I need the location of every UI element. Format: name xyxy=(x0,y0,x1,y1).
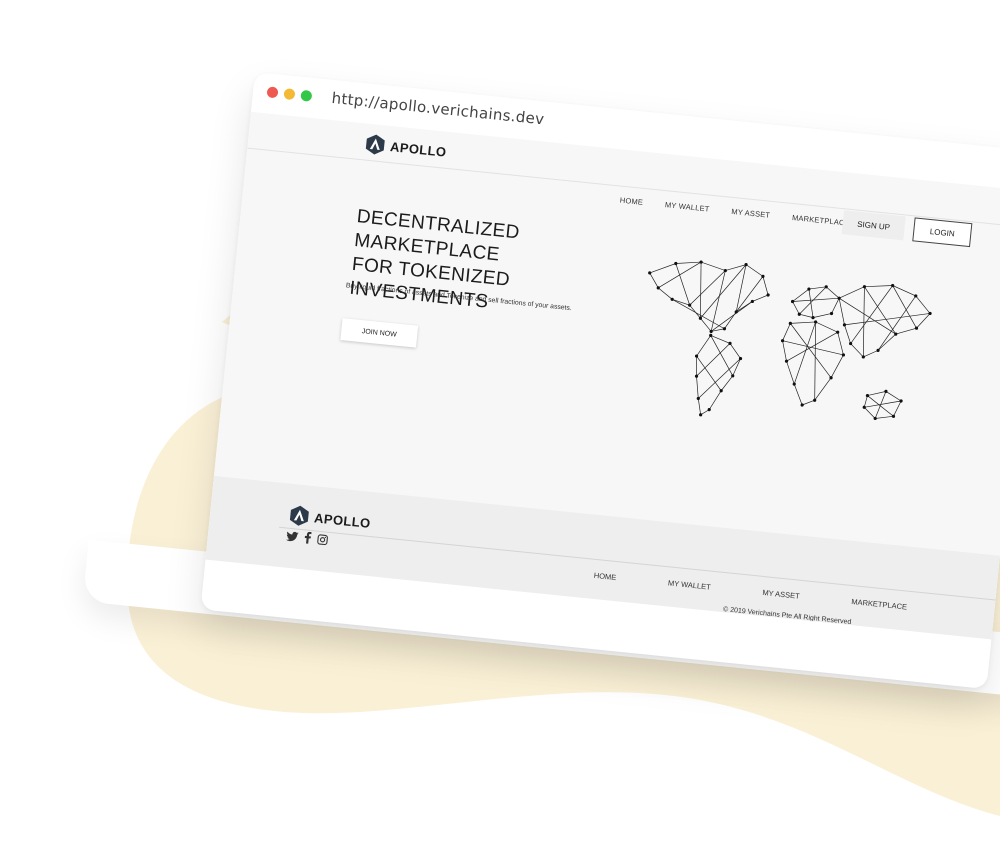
footer-brand-name: APOLLO xyxy=(313,509,372,531)
apollo-logo-icon xyxy=(365,134,385,155)
twitter-icon[interactable] xyxy=(285,530,299,542)
footer-nav-home[interactable]: HOME xyxy=(593,571,616,582)
footer-nav-my-asset[interactable]: MY ASSET xyxy=(762,588,800,601)
login-button[interactable]: LOGIN xyxy=(912,217,973,248)
footer-divider xyxy=(279,526,996,601)
signup-button[interactable]: SIGN UP xyxy=(841,210,906,241)
header-logo[interactable]: APOLLO xyxy=(363,132,447,162)
world-network-map-illustration xyxy=(648,260,932,421)
nav-my-asset[interactable]: MY ASSET xyxy=(731,207,771,220)
hero-headline: DECENTRALIZED MARKETPLACE FOR TOKENIZED … xyxy=(348,205,656,331)
minimize-dot[interactable] xyxy=(283,87,296,100)
brand-name: APOLLO xyxy=(389,138,448,160)
laptop-lid: http://apollo.verichains.dev APOLLO HOME… xyxy=(200,72,1000,690)
apollo-logo-icon xyxy=(289,505,309,526)
facebook-icon[interactable] xyxy=(304,531,312,544)
nav-home[interactable]: HOME xyxy=(619,196,643,207)
footer-nav-my-wallet[interactable]: MY WALLET xyxy=(668,578,712,591)
close-dot[interactable] xyxy=(266,85,279,98)
copyright-text: © 2019 Verichains Pte All Right Reserved xyxy=(722,606,852,627)
instagram-icon[interactable] xyxy=(317,533,329,545)
footer-nav-marketplace[interactable]: MARKETPLACE xyxy=(851,597,907,612)
website-screen: APOLLO HOME MY WALLET MY ASSET MARKETPLA… xyxy=(205,111,1000,640)
laptop-mockup: http://apollo.verichains.dev APOLLO HOME… xyxy=(0,0,1000,849)
join-now-button[interactable]: JOIN NOW xyxy=(340,318,419,348)
nav-my-wallet[interactable]: MY WALLET xyxy=(665,200,710,213)
maximize-dot[interactable] xyxy=(300,89,313,102)
site-footer: APOLLO HOME MY WALLET MY ASSET MARKETPLA… xyxy=(205,475,1000,640)
